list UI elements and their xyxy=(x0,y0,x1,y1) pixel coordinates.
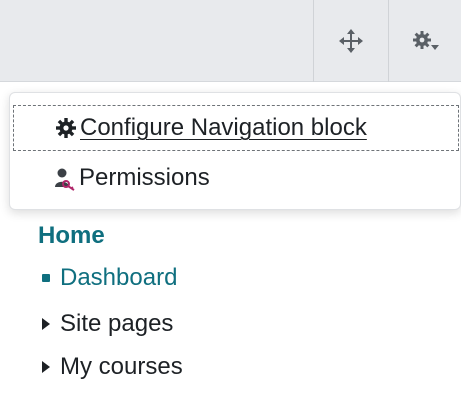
bullet-icon xyxy=(38,274,60,282)
expand-triangle-icon[interactable] xyxy=(38,318,60,330)
permissions-label: Permissions xyxy=(79,164,210,191)
gear-dropdown-icon xyxy=(413,31,439,50)
nav-home-link[interactable]: Home xyxy=(38,222,105,250)
nav-item-label: My courses xyxy=(60,353,183,380)
configure-navigation-block-link[interactable]: Configure Navigation block xyxy=(13,105,459,151)
configure-navigation-block-label: Configure Navigation block xyxy=(80,114,367,141)
nav-item-label: Dashboard xyxy=(60,264,178,291)
block-actions-menu: Configure Navigation block Permissions xyxy=(9,92,461,210)
user-key-icon xyxy=(54,167,76,191)
block-actions-button[interactable] xyxy=(388,0,461,82)
move-block-button[interactable] xyxy=(313,0,388,82)
permissions-link[interactable]: Permissions xyxy=(13,155,459,201)
expand-triangle-icon[interactable] xyxy=(38,361,60,373)
gear-icon xyxy=(55,117,77,139)
move-arrows-icon xyxy=(339,29,363,53)
nav-item-label: Site pages xyxy=(60,310,174,337)
nav-item-dashboard[interactable]: Dashboard xyxy=(38,263,177,293)
block-header xyxy=(0,0,461,82)
nav-item-site-pages[interactable]: Site pages xyxy=(38,309,173,339)
nav-item-my-courses[interactable]: My courses xyxy=(38,352,183,382)
